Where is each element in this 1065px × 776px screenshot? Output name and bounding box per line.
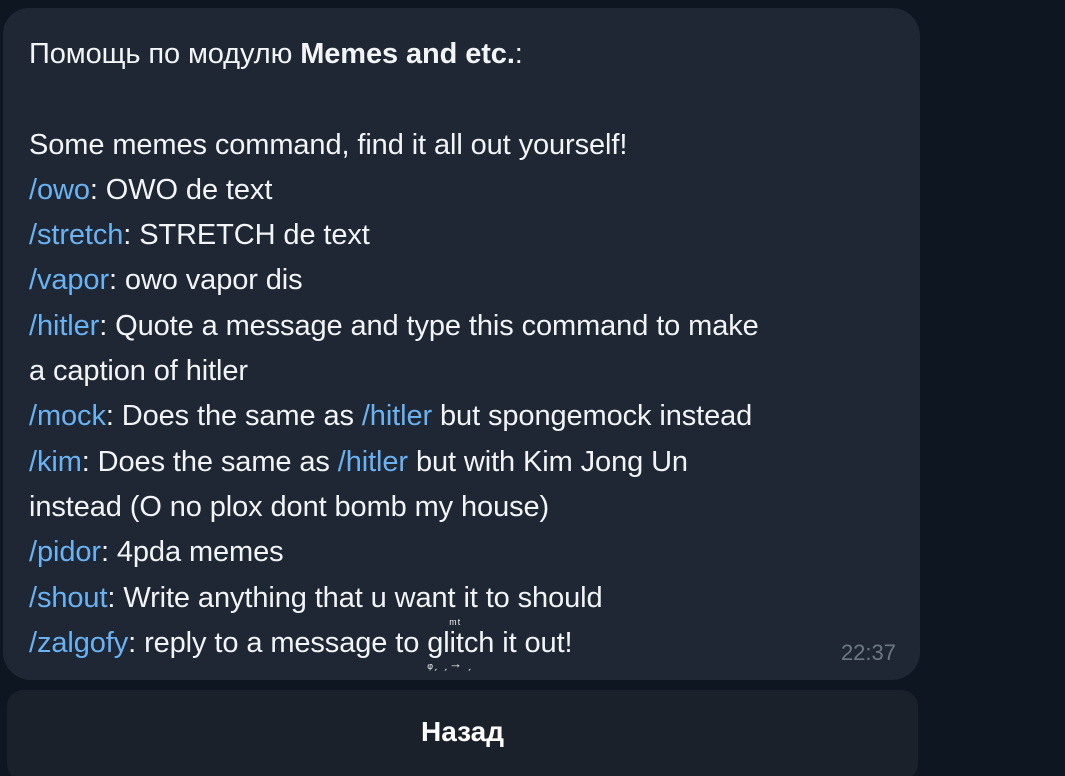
- command-line-owo: /owo: OWO de text: [29, 168, 896, 213]
- command-link-shout[interactable]: /shout: [29, 582, 108, 614]
- message-header: Помощь по модулю Memes and etc.:: [29, 32, 896, 77]
- command-link-owo[interactable]: /owo: [29, 174, 90, 206]
- command-line-stretch: /stretch: STRETCH de text: [29, 213, 896, 258]
- command-ref-hitler[interactable]: /hitler: [338, 446, 408, 478]
- glitch-word-text: glitch: [427, 626, 495, 659]
- chat-view: Помощь по модулю Memes and etc.: Some me…: [0, 0, 1065, 776]
- zalgo-marks-bottom: ᵩ͵ ͵→ ͵: [427, 655, 474, 671]
- module-name: Memes and etc.: [300, 38, 515, 70]
- command-line-mock: /mock: Does the same as /hitler but spon…: [29, 394, 896, 439]
- command-desc-kim-a: : Does the same as: [81, 445, 338, 478]
- message-time: 22:37: [840, 640, 896, 665]
- command-desc-hitler-cont: a caption of hitler: [29, 355, 248, 388]
- back-button-label: Назад: [420, 716, 505, 747]
- command-desc-vapor: : owo vapor dis: [109, 264, 303, 297]
- message-bubble: Помощь по модулю Memes and etc.: Some me…: [3, 8, 920, 680]
- command-desc-hitler: : Quote a message and type this command …: [99, 309, 759, 342]
- command-ref-hitler[interactable]: /hitler: [362, 400, 432, 432]
- command-link-kim[interactable]: /kim: [29, 446, 82, 478]
- command-desc-zalgofy-b: it out!: [494, 626, 573, 659]
- command-desc-zalgofy-a: : reply to a message to: [128, 626, 428, 659]
- command-line-hitler: /hitler: Quote a message and type this c…: [29, 304, 896, 349]
- command-desc-pidor: : 4pda memes: [100, 536, 284, 569]
- command-desc-shout: : Write anything that u want it to shoul…: [107, 581, 603, 614]
- command-line-vapor: /vapor: owo vapor dis: [29, 258, 896, 303]
- glitch-word: glitch ᵐᵗ ᵩ͵ ͵→ ͵: [427, 617, 495, 670]
- header-prefix: Помощь по модулю: [29, 38, 301, 70]
- command-line-kim: /kim: Does the same as /hitler but with …: [29, 440, 896, 485]
- intro-text: Some memes command, find it all out your…: [29, 128, 628, 161]
- back-button[interactable]: Назад: [7, 690, 918, 776]
- command-link-mock[interactable]: /mock: [29, 400, 106, 432]
- command-desc-owo: : OWO de text: [89, 173, 273, 206]
- command-desc-mock-a: : Does the same as: [105, 400, 362, 433]
- command-desc-kim-b: but with Kim Jong Un: [407, 445, 688, 478]
- command-line-pidor: /pidor: 4pda memes: [29, 530, 896, 575]
- command-desc-stretch: : STRETCH de text: [123, 219, 370, 252]
- command-link-zalgofy[interactable]: /zalgofy: [29, 627, 128, 659]
- command-desc-kim-cont: instead (O no plox dont bomb my house): [29, 490, 550, 523]
- command-line-zalgofy: /zalgofy: reply to a message to glitch ᵐᵗ…: [29, 617, 896, 670]
- message-text: Помощь по модулю Memes and etc.: Some me…: [29, 32, 896, 670]
- command-link-vapor[interactable]: /vapor: [29, 264, 109, 296]
- command-desc-mock-b: but spongemock instead: [432, 400, 753, 433]
- command-link-pidor[interactable]: /pidor: [29, 536, 101, 568]
- command-link-stretch[interactable]: /stretch: [29, 219, 123, 251]
- command-line-shout: /shout: Write anything that u want it to…: [29, 576, 896, 621]
- command-link-hitler[interactable]: /hitler: [29, 310, 99, 342]
- header-suffix: :: [514, 38, 523, 70]
- zalgo-marks-top: ᵐᵗ: [449, 615, 462, 631]
